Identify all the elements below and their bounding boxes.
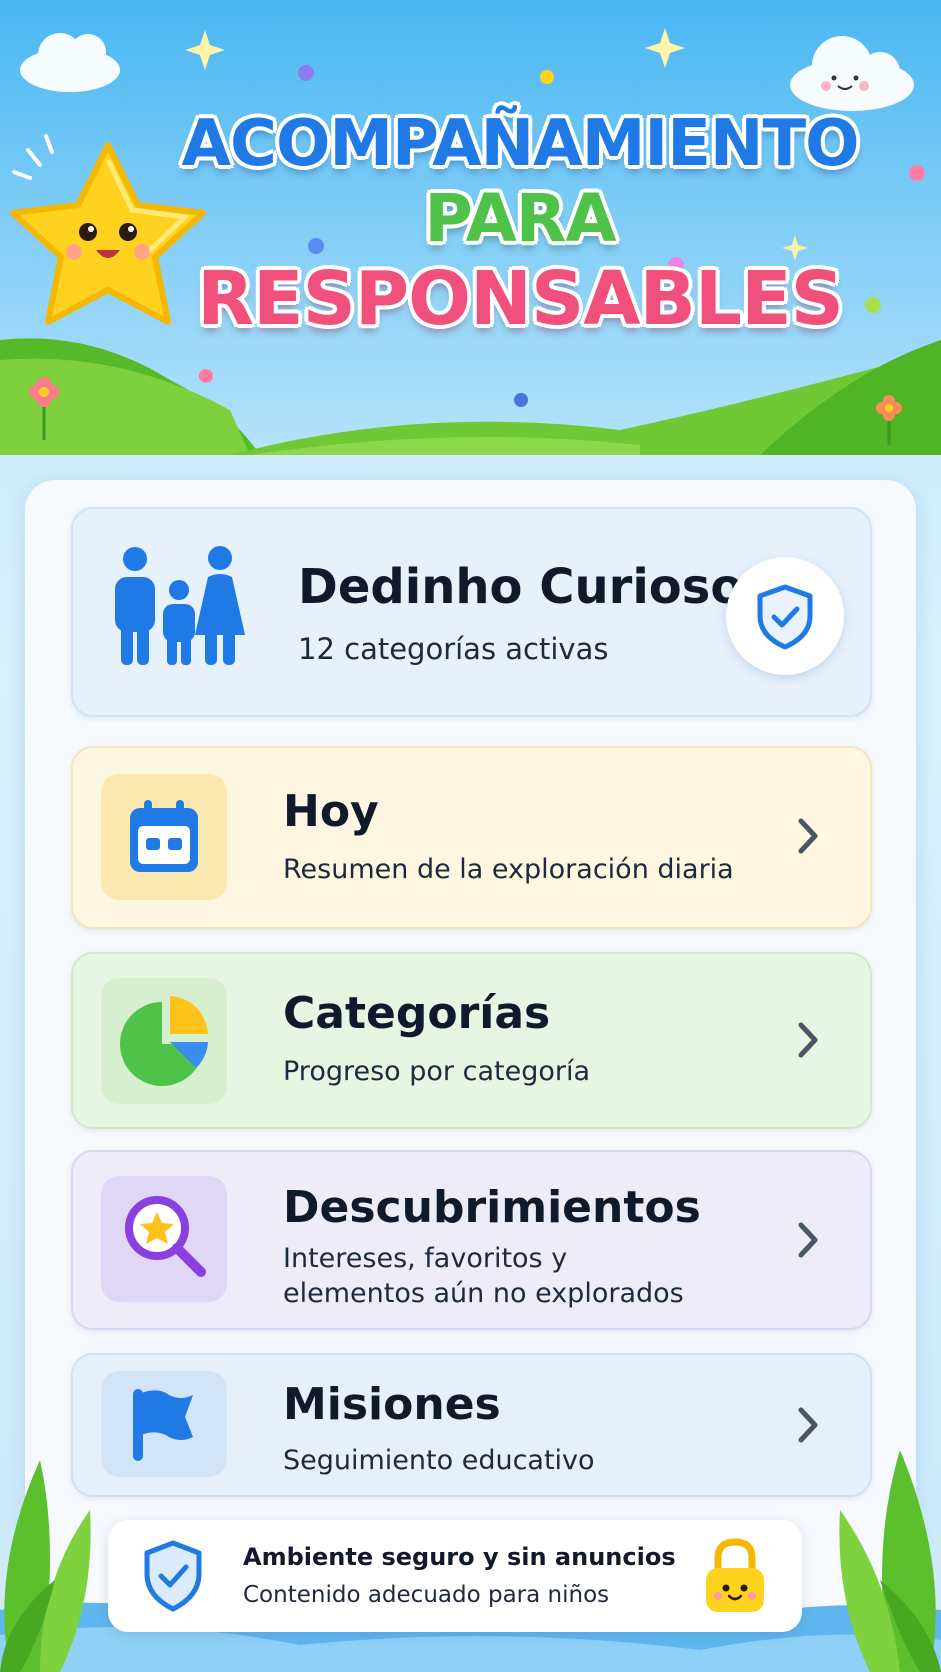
pie-chart-icon: [120, 996, 208, 1086]
safe-banner-title: Ambiente seguro y sin anuncios: [243, 1543, 676, 1571]
title-line-2: PARA: [424, 180, 616, 257]
star-mascot-icon: [10, 134, 206, 325]
hoy-title: Hoy: [283, 786, 379, 837]
descubrimientos-title: Descubrimientos: [283, 1182, 701, 1233]
title-line-3: RESPONSABLES: [197, 256, 844, 342]
header-banner: ACOMPAÑAMIENTO PARA RESPONSABLES: [0, 0, 941, 455]
title-line-1: ACOMPAÑAMIENTO: [181, 107, 859, 181]
hoy-subtitle: Resumen de la exploración diaria: [283, 854, 734, 885]
safe-banner-subtitle: Contenido adecuado para niños: [243, 1582, 610, 1608]
chevron-right-icon: [798, 1407, 818, 1443]
categorias-icon-box: [101, 978, 227, 1104]
descubrimientos-subtitle-line-2: elementos aún no explorados: [283, 1278, 684, 1309]
family-icon: [115, 546, 245, 665]
categorias-subtitle: Progreso por categoría: [283, 1056, 590, 1087]
shield-check-icon: [757, 584, 813, 650]
chevron-right-icon: [798, 818, 818, 854]
page-title: ACOMPAÑAMIENTO PARA RESPONSABLES: [180, 112, 860, 336]
chevron-right-icon: [798, 1222, 818, 1258]
shield-check-icon: [144, 1540, 202, 1612]
profile-shield-badge[interactable]: [726, 557, 844, 675]
hoy-icon-box: [101, 774, 227, 900]
lock-smile-icon: [706, 1538, 764, 1612]
safe-environment-banner: Ambiente seguro y sin anuncios Contenido…: [108, 1520, 802, 1632]
categorias-title: Categorías: [283, 988, 551, 1039]
descubrimientos-icon-box: [101, 1176, 227, 1302]
menu-item-descubrimientos[interactable]: Descubrimientos Intereses, favoritos y e…: [71, 1150, 872, 1330]
menu-item-categorias[interactable]: Categorías Progreso por categoría: [71, 952, 872, 1129]
profile-card[interactable]: Dedinho Curioso 12 categorías activas: [71, 507, 872, 717]
calendar-icon: [130, 800, 198, 872]
menu-item-hoy[interactable]: Hoy Resumen de la exploración diaria: [71, 746, 872, 929]
profile-name: Dedinho Curioso: [298, 559, 744, 615]
descubrimientos-subtitle-line-1: Intereses, favoritos y: [283, 1243, 568, 1274]
chevron-right-icon: [798, 1022, 818, 1058]
misiones-title: Misiones: [283, 1379, 501, 1430]
magnifier-star-icon: [125, 1196, 206, 1277]
profile-categories-count: 12 categorías activas: [298, 632, 609, 666]
